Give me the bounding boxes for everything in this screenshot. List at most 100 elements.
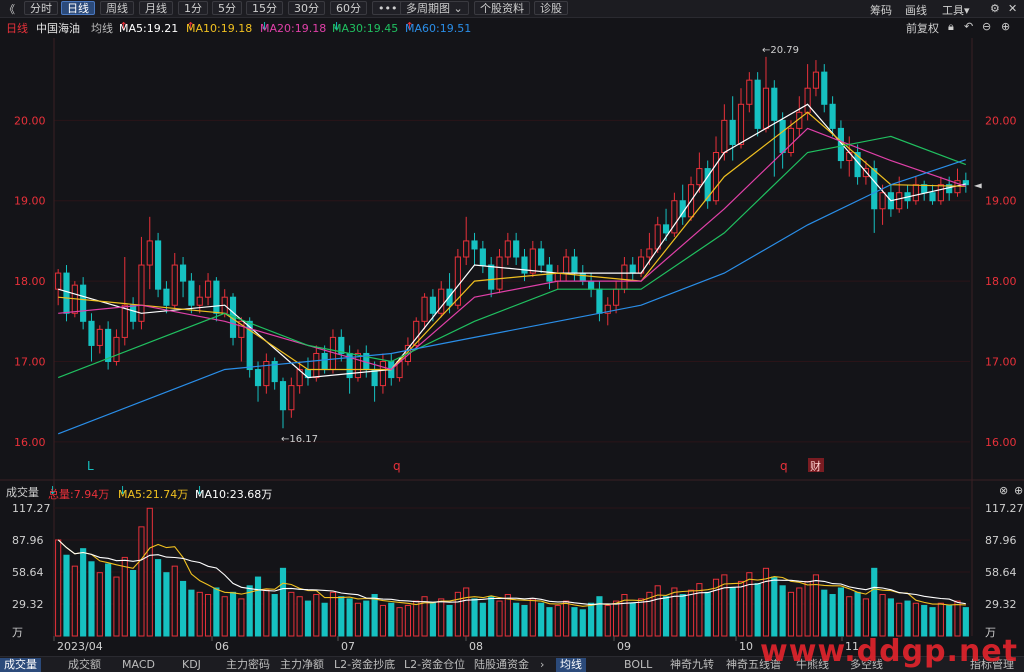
volume-bar	[80, 548, 87, 637]
event-marker-l: L	[87, 459, 94, 473]
volume-bar	[146, 507, 153, 637]
x-axis-label: 2023/04	[57, 640, 103, 653]
volume-bar	[579, 609, 586, 637]
tab-l2-position[interactable]: L2-资金仓位	[400, 658, 469, 672]
candle-body	[504, 240, 511, 258]
volume-bar	[379, 604, 387, 637]
price-tick-right: 17.00	[985, 356, 1017, 369]
volume-bar	[188, 589, 195, 637]
volume-bar	[121, 556, 128, 637]
candle-body	[571, 256, 578, 274]
price-tick-left: 17.00	[14, 356, 46, 369]
volume-bar	[471, 598, 478, 637]
candle-body	[513, 240, 520, 258]
volume-bar	[637, 598, 645, 637]
volume-bar	[113, 576, 120, 637]
volume-bar	[488, 596, 495, 637]
volume-add-icon[interactable]: ⊕	[1014, 484, 1023, 497]
kline-chart[interactable]: 20.00 20.00 19.00 19.00 18.00 18.00 17.00 17.00…	[0, 0, 1024, 671]
volume-bar	[929, 607, 936, 637]
candle-body	[105, 328, 112, 363]
volume-legend: 成交量 总量:7.94万 ↓ MA5:21.74万 ↓ MA10:23.68万 ↓ ⊗…	[0, 482, 1024, 501]
candle-body	[871, 168, 878, 210]
candle-body	[662, 224, 670, 234]
x-axis-label: 09	[617, 640, 631, 653]
candle-body	[196, 296, 203, 306]
volume-bar	[729, 587, 736, 637]
candle-body	[538, 248, 545, 266]
tab-kdj[interactable]: KDJ	[178, 658, 205, 672]
volume-bar	[546, 607, 553, 637]
tab-magic-nine[interactable]: 神奇九转	[666, 658, 718, 672]
volume-bar	[654, 585, 661, 637]
ma-line-ma20	[58, 127, 966, 371]
candle-body	[429, 296, 436, 314]
volume-bar	[862, 598, 869, 637]
volume-bar	[404, 604, 411, 637]
volume-bar	[271, 594, 278, 637]
tab-main-net[interactable]: 主力净额	[276, 658, 328, 672]
candle-body	[771, 87, 778, 121]
volume-bar	[946, 604, 953, 637]
volume-bar	[613, 600, 620, 637]
price-tick-right: 20.00	[985, 114, 1017, 127]
candle-body	[696, 168, 703, 186]
volume-tick-right: 87.96	[985, 534, 1017, 547]
event-marker-q: q	[393, 459, 401, 473]
volume-bar	[463, 587, 470, 637]
volume-bar	[854, 591, 861, 637]
candle-body	[55, 272, 62, 290]
tab-main-code[interactable]: 主力密码	[222, 658, 274, 672]
candle-body	[163, 288, 170, 306]
volume-bar	[496, 600, 503, 637]
volume-bar	[687, 589, 695, 637]
volume-bar	[804, 580, 811, 637]
candle-body	[929, 192, 936, 202]
tab-turnover[interactable]: 成交额	[64, 658, 105, 672]
volume-bar	[563, 600, 570, 637]
volume-bar	[63, 554, 70, 637]
candle-body	[96, 328, 103, 346]
tab-volume[interactable]: 成交量	[0, 658, 41, 672]
volume-bar	[229, 591, 237, 637]
tab-macd[interactable]: MACD	[118, 658, 159, 672]
volume-bar	[821, 589, 828, 637]
volume-bar	[429, 602, 436, 637]
volume-bar	[288, 591, 295, 637]
volume-bar	[529, 598, 536, 637]
volume-bar	[896, 602, 903, 637]
volume-bar	[554, 604, 561, 637]
volume-bar	[538, 602, 545, 637]
volume-title: 成交量	[6, 486, 39, 499]
volume-bar	[171, 565, 178, 637]
tab-boll[interactable]: BOLL	[620, 658, 656, 672]
tabs-scroll-icon[interactable]: ›	[536, 658, 548, 672]
volume-tick-left: 29.32	[12, 598, 44, 611]
volume-bar	[213, 587, 220, 637]
volume-ma10-text: MA10:23.68万	[195, 488, 273, 501]
volume-bar	[954, 600, 961, 637]
volume-bar	[671, 587, 678, 637]
volume-bar	[346, 598, 353, 637]
tab-hk-connect[interactable]: 陆股通资金	[470, 658, 533, 672]
candle-body	[779, 119, 786, 154]
volume-bar	[313, 594, 320, 637]
candle-body	[762, 87, 770, 129]
volume-bar	[321, 602, 328, 637]
volume-close-icon[interactable]: ⊗	[999, 484, 1008, 497]
volume-tick-left: 万	[12, 626, 23, 639]
candle-body	[488, 264, 495, 290]
candle-body	[80, 284, 87, 322]
candle-body	[529, 248, 536, 274]
candle-body	[279, 381, 287, 411]
volume-tick-right: 29.32	[985, 598, 1017, 611]
volume-bar	[737, 580, 745, 637]
volume-bar	[155, 559, 162, 637]
candle-body	[213, 280, 220, 314]
candle-body	[746, 79, 753, 105]
volume-bar	[304, 600, 312, 637]
tab-l2-bottom[interactable]: L2-资金抄底	[330, 658, 399, 672]
candle-body	[496, 256, 503, 290]
tab-ma[interactable]: 均线	[556, 658, 586, 672]
volume-bar	[246, 585, 253, 637]
